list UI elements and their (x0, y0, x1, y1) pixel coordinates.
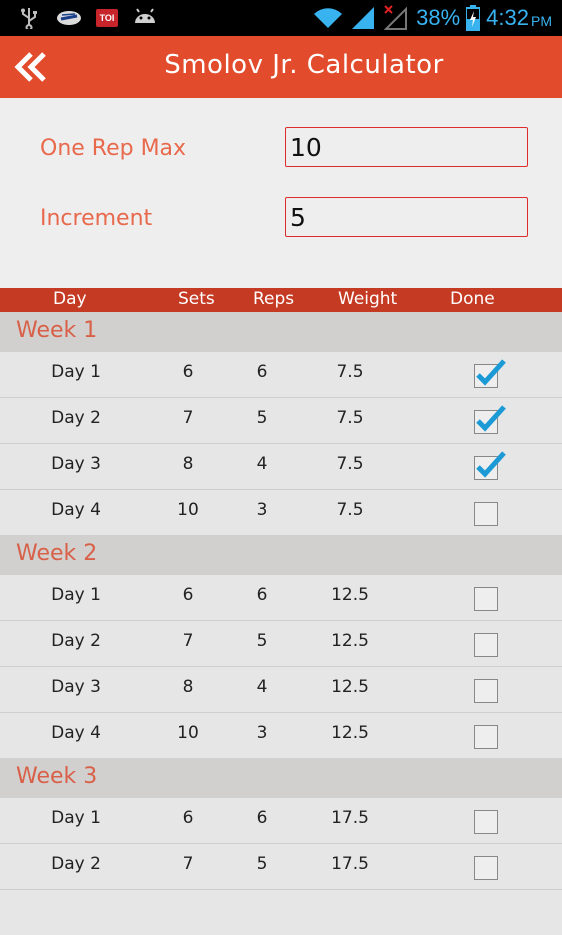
week-header: Week 1 (0, 312, 562, 351)
workout-list: Week 1 Day 1 6 6 7.5 Day 2 7 5 7.5 Day 3… (0, 312, 562, 935)
done-checkbox[interactable] (474, 405, 506, 434)
day-cell: Day 2 (51, 854, 101, 874)
increment-label: Increment (40, 206, 153, 231)
sets-cell: 7 (182, 408, 194, 428)
weight-cell: 7.5 (336, 408, 364, 428)
week-header: Week 3 (0, 758, 562, 797)
done-checkbox[interactable] (474, 633, 498, 657)
table-row: Day 2 7 5 17.5 (0, 843, 562, 889)
done-checkbox[interactable] (474, 810, 498, 834)
table-header: Day Sets Reps Weight Done (0, 288, 562, 312)
sets-cell: 8 (182, 454, 194, 474)
signal-icon (352, 7, 375, 29)
reps-cell: 6 (256, 362, 268, 382)
reps-cell: 6 (256, 808, 268, 828)
sets-cell: 6 (182, 808, 194, 828)
day-cell: Day 3 (51, 454, 101, 474)
checkmark-icon (476, 405, 506, 432)
day-cell: Day 4 (51, 723, 101, 743)
reps-cell: 4 (256, 454, 268, 474)
table-row: Day 2 7 5 7.5 (0, 397, 562, 443)
android-icon (135, 8, 155, 23)
toi-icon: TOI (96, 9, 118, 27)
clock: 4:32 (486, 5, 529, 30)
system-status: 38% 4:32 PM (312, 3, 552, 33)
app-bar: Smolov Jr. Calculator (0, 36, 562, 98)
sets-cell: 7 (182, 854, 194, 874)
weight-cell: 17.5 (331, 808, 369, 828)
table-row: Day 1 6 6 17.5 (0, 797, 562, 843)
sets-cell: 10 (177, 500, 199, 520)
weight-cell: 12.5 (331, 585, 369, 605)
done-checkbox[interactable] (474, 451, 506, 480)
notification-icons: TOI (16, 6, 158, 30)
column-header-done: Done (450, 289, 495, 309)
no-signal-icon (384, 5, 408, 30)
day-cell: Day 2 (51, 631, 101, 651)
battery-charging-icon (466, 5, 481, 31)
table-row: Day 2 7 5 12.5 (0, 620, 562, 666)
column-header-reps: Reps (253, 289, 295, 309)
day-cell: Day 1 (51, 808, 101, 828)
sync-icon (57, 11, 81, 25)
wifi-icon (314, 8, 343, 28)
done-checkbox[interactable] (474, 587, 498, 611)
week-title: Week 1 (16, 318, 98, 343)
app-title: Smolov Jr. Calculator (164, 50, 444, 80)
day-cell: Day 1 (51, 585, 101, 605)
increment-input[interactable] (285, 197, 528, 237)
weight-cell: 17.5 (331, 854, 369, 874)
done-checkbox[interactable] (474, 856, 498, 880)
done-checkbox[interactable] (474, 725, 498, 749)
table-row: Day 4 10 3 7.5 (0, 489, 562, 535)
sets-cell: 6 (182, 362, 194, 382)
sets-cell: 8 (182, 677, 194, 697)
table-row: Day 4 10 3 12.5 (0, 712, 562, 758)
usb-icon (21, 8, 37, 29)
day-cell: Day 1 (51, 362, 101, 382)
checkmark-icon (476, 359, 506, 386)
reps-cell: 5 (256, 631, 268, 651)
checkmark-icon (476, 451, 506, 478)
battery-percent: 38% (416, 5, 461, 30)
weight-cell: 7.5 (336, 362, 364, 382)
input-form: One Rep Max Increment (0, 98, 562, 288)
one-rep-max-input[interactable] (285, 127, 528, 167)
one-rep-max-label: One Rep Max (40, 136, 187, 161)
done-checkbox[interactable] (474, 502, 498, 526)
week-header: Week 2 (0, 535, 562, 574)
reps-cell: 3 (256, 500, 268, 520)
sets-cell: 7 (182, 631, 194, 651)
done-checkbox[interactable] (474, 359, 506, 388)
day-cell: Day 2 (51, 408, 101, 428)
table-row: Day 1 6 6 12.5 (0, 574, 562, 620)
column-header-sets: Sets (178, 289, 215, 309)
column-header-day: Day (53, 289, 87, 309)
column-header-weight: Weight (338, 289, 398, 309)
status-bar: TOI 38% 4:32 PM (0, 0, 562, 36)
weight-cell: 12.5 (331, 723, 369, 743)
week-title: Week 3 (16, 764, 98, 789)
reps-cell: 5 (256, 854, 268, 874)
sets-cell: 10 (177, 723, 199, 743)
sets-cell: 6 (182, 585, 194, 605)
reps-cell: 4 (256, 677, 268, 697)
clock-ampm: PM (531, 13, 552, 29)
reps-cell: 3 (256, 723, 268, 743)
weight-cell: 7.5 (336, 500, 364, 520)
done-checkbox[interactable] (474, 679, 498, 703)
table-row (0, 889, 562, 935)
table-row: Day 1 6 6 7.5 (0, 351, 562, 397)
table-row: Day 3 8 4 7.5 (0, 443, 562, 489)
reps-cell: 5 (256, 408, 268, 428)
day-cell: Day 3 (51, 677, 101, 697)
weight-cell: 12.5 (331, 677, 369, 697)
day-cell: Day 4 (51, 500, 101, 520)
reps-cell: 6 (256, 585, 268, 605)
weight-cell: 12.5 (331, 631, 369, 651)
table-row: Day 3 8 4 12.5 (0, 666, 562, 712)
week-title: Week 2 (16, 541, 98, 566)
weight-cell: 7.5 (336, 454, 364, 474)
